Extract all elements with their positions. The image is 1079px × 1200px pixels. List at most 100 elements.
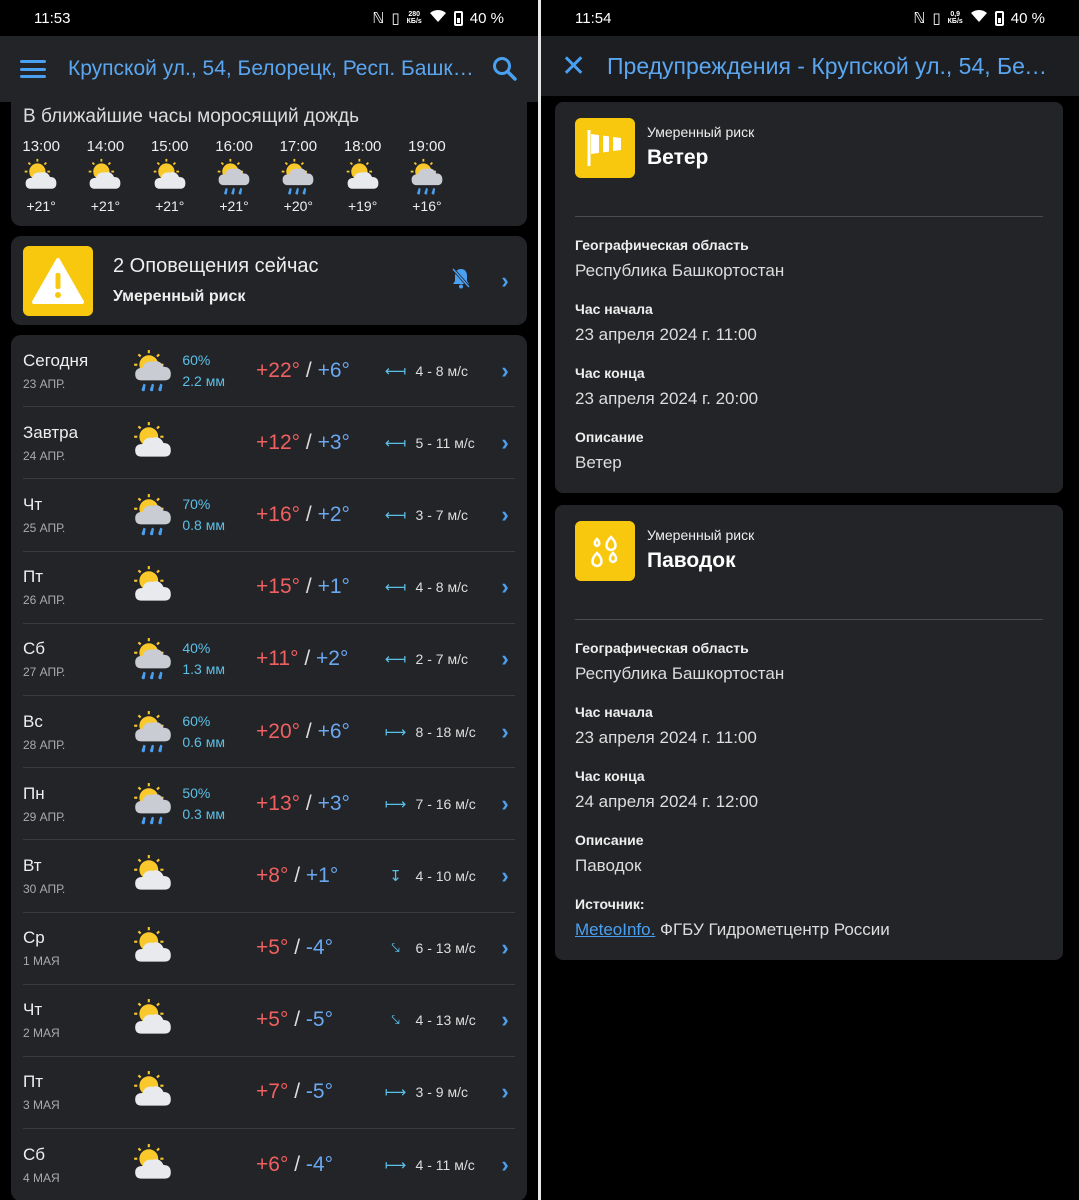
day-row[interactable]: Пт 26 АПР. +15° / +1° ⟻ 4 - 8 м/с › [23,552,515,624]
app-bar: Крупской ул., 54, Белорецк, Респ. Башкор… [0,36,538,102]
chevron-right-icon[interactable]: › [495,502,515,528]
warning-risk: Умеренный риск [647,527,755,543]
precip-probability: 60% [182,712,211,729]
wind-speed: 4 - 10 м/с [415,867,476,884]
warning-field: Час конца 24 апреля 2024 г. 12:00 [575,768,1043,812]
hour-item: 14:00 +21° [73,138,137,214]
hour-time: 15:00 [150,138,189,155]
wind-speed: 2 - 7 м/с [415,651,468,668]
hour-item: 17:00 +20° [266,138,330,214]
field-value: Ветер [575,453,622,472]
warning-field: Географическая область Республика Башкорт… [575,237,1043,281]
chevron-right-icon[interactable]: › [495,1079,515,1105]
day-row[interactable]: Чт 2 МАЯ +5° / -5° ⤥ 4 - 13 м/с › [23,985,515,1057]
precip-probability: 40% [182,640,211,657]
temp-low: +6° [317,358,350,382]
chevron-right-icon[interactable]: › [495,646,515,672]
wind-down-icon: ↧ [389,867,402,885]
warning-name: Ветер [647,146,709,169]
close-icon[interactable]: ✕ [561,49,586,84]
hour-temp: +19° [347,198,378,214]
menu-icon[interactable] [20,60,46,78]
day-row[interactable]: Завтра 24 АПР. +12° / +3° ⟻ 5 - 11 м/с › [23,407,515,480]
wind-speed: 7 - 16 м/с [415,795,476,812]
bell-muted-icon[interactable] [441,267,481,294]
day-row[interactable]: Ср 1 МАЯ +5° / -4° ⤥ 6 - 13 м/с › [23,913,515,985]
hour-temp: +20° [283,198,314,214]
hour-time: 14:00 [86,138,125,155]
wind-right-icon: ⟼ [384,1157,407,1175]
source-link[interactable]: MeteoInfo. [575,920,655,939]
status-bar: 11:53 ℕ ▯ 280 КБ/s 40 % [0,0,538,36]
day-row[interactable]: Чт 25 АПР. 70% 0.8 мм +16° / +2° ⟻ 3 - 7 м/с › [23,479,515,552]
day-row[interactable]: Пт 3 МАЯ +7° / -5° ⟼ 3 - 9 м/с › [23,1057,515,1130]
field-label: Час конца [575,365,645,381]
day-row[interactable]: Сегодня 23 АПР. 60% 2.2 мм +22° / +6° ⟻ 4 - 8 … [23,335,515,408]
sun-cloud-icon [330,156,394,198]
battery-icon [994,10,1004,26]
wind-speed: 4 - 8 м/с [415,579,468,596]
temp-low: +6° [317,719,350,743]
chevron-right-icon[interactable]: › [495,574,515,600]
day-name: Пт [23,1072,44,1092]
chevron-right-icon[interactable]: › [495,358,515,384]
location-title[interactable]: Крупской ул., 54, Белорецк, Респ. Башкор… [68,57,474,81]
windsock-icon [575,118,635,178]
warning-risk: Умеренный риск [647,124,755,140]
sun-cloud-icon [131,997,177,1043]
daily-forecast-list: Сегодня 23 АПР. 60% 2.2 мм +22° / +6° ⟻ 4 - 8 … [11,335,527,1200]
hour-item: 13:00 +21° [9,138,73,214]
sun-cloud-icon [138,156,202,198]
chevron-right-icon[interactable]: › [495,430,515,456]
hour-time: 16:00 [215,138,253,155]
sun-cloud-icon [131,1069,177,1115]
search-icon[interactable] [492,56,518,82]
rain-cloud-icon [266,156,330,198]
chevron-right-icon[interactable]: › [495,935,515,961]
temp-low: -4° [305,936,333,960]
chevron-right-icon[interactable]: › [495,268,515,294]
day-row[interactable]: Вс 28 АПР. 60% 0.6 мм +20° / +6° ⟼ 8 - 18 м/с › [23,696,515,769]
sun-cloud-icon [131,925,177,971]
hour-temp: +16° [412,198,442,214]
temp-high: +7° [256,1080,289,1104]
vibrate-icon: ▯ [391,10,400,27]
precip-amount: 1.3 мм [182,661,225,678]
wind-speed: 4 - 11 м/с [415,1157,475,1174]
hour-temp: +21° [90,198,121,214]
hour-item: 18:00 +19° [330,138,394,214]
chevron-right-icon[interactable]: › [495,1152,515,1178]
day-row[interactable]: Сб 27 АПР. 40% 1.3 мм +11° / +2° ⟻ 2 - 7 м/с › [23,624,515,696]
day-date: 23 АПР. [23,376,66,391]
day-name: Сб [23,639,46,659]
temp-low: -5° [305,1080,333,1104]
hour-temp: +21° [155,198,185,214]
sun-cloud-icon [131,564,177,610]
wifi-icon [970,9,988,27]
field-label: Описание [575,832,644,848]
warning-field: Час конца 23 апреля 2024 г. 20:00 [575,365,1043,409]
hour-item: 19:00 +16° [395,138,459,214]
chevron-right-icon[interactable]: › [495,791,515,817]
precip-amount: 2.2 мм [182,372,225,389]
day-date: 28 АПР. [23,737,66,752]
sun-cloud-icon [9,156,73,198]
app-bar: ✕ Предупреждения - Крупской ул., 54, Бел… [541,36,1079,96]
hourly-strip[interactable]: 13:00 +21° 14:00 +21° 15:00 +21° 16:00 +21° 17:0… [9,138,513,214]
warning-source: Источник: MeteoInfo. ФГБУ Гидрометцентр Р… [575,896,1043,940]
day-date: 2 МАЯ [23,1026,60,1041]
sun-cloud-icon [131,420,177,466]
alerts-banner[interactable]: 2 Оповещения сейчас Умеренный риск › [11,236,527,325]
wind-left-icon: ⟻ [384,579,407,597]
rain-cloud-icon [131,636,177,682]
hour-temp: +21° [219,198,249,214]
nfc-icon: ℕ [372,10,385,27]
chevron-right-icon[interactable]: › [495,1007,515,1033]
day-row[interactable]: Сб 4 МАЯ +6° / -4° ⟼ 4 - 11 м/с › [23,1129,515,1200]
day-row[interactable]: Вт 30 АПР. +8° / +1° ↧ 4 - 10 м/с › [23,840,515,913]
day-row[interactable]: Пн 29 АПР. 50% 0.3 мм +13° / +3° ⟼ 7 - 16 м/с › [23,768,515,841]
temp-high: +22° [256,358,301,382]
day-name: Сб [23,1145,46,1165]
chevron-right-icon[interactable]: › [495,719,515,745]
chevron-right-icon[interactable]: › [495,863,515,889]
